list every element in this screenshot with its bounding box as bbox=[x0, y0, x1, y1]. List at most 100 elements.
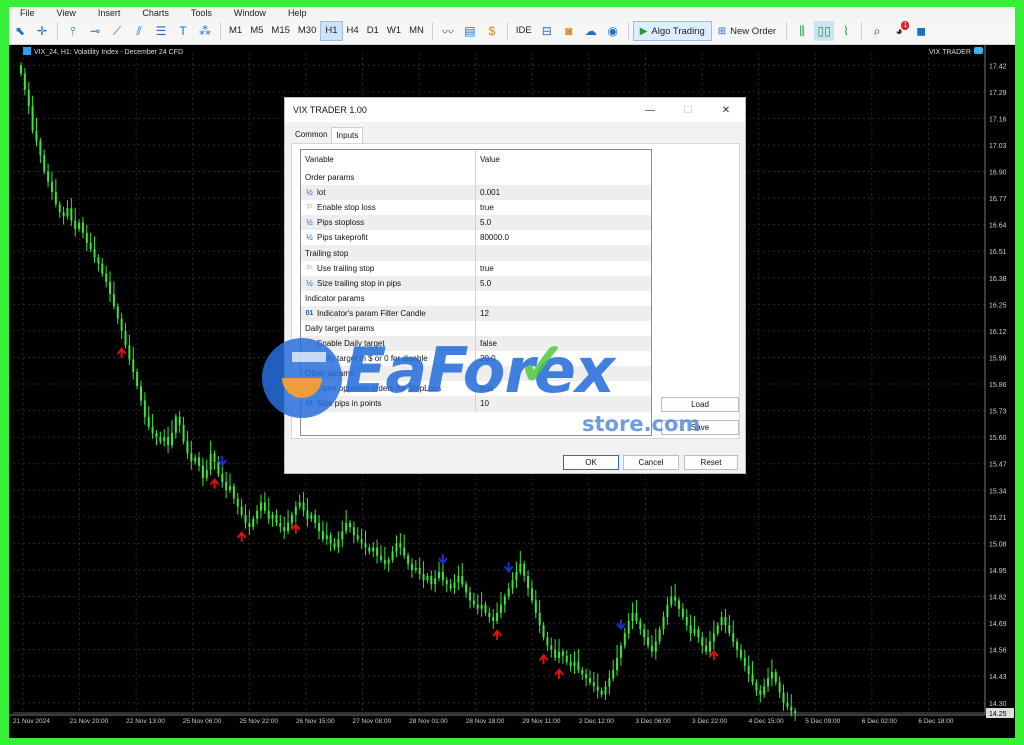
bag-icon[interactable]: ◙ bbox=[559, 21, 579, 41]
candle-body bbox=[585, 674, 588, 679]
candle-body bbox=[205, 469, 208, 479]
lock-icon[interactable]: ⊟ bbox=[537, 21, 557, 41]
param-row[interactable]: ⚐ Enable Daily target false bbox=[301, 336, 651, 352]
menu-insert[interactable]: Insert bbox=[87, 8, 132, 18]
menu-charts[interactable]: Charts bbox=[131, 8, 180, 18]
cloud-icon[interactable]: ☁ bbox=[581, 21, 601, 41]
ide-button[interactable]: IDE bbox=[512, 21, 536, 41]
group-row[interactable]: Indicator params bbox=[301, 290, 651, 306]
integer-icon: 01 bbox=[305, 309, 314, 317]
candle-body bbox=[78, 222, 81, 229]
time-tick-label: 6 Dec 02:00 bbox=[862, 718, 897, 725]
account-icon[interactable]: ◼ bbox=[911, 21, 931, 41]
algo-trading-button[interactable]: ▶ Algo Trading bbox=[632, 21, 712, 41]
candle-body bbox=[569, 661, 572, 667]
tf-h4[interactable]: H4 bbox=[343, 21, 363, 41]
menu-window[interactable]: Window bbox=[223, 8, 277, 18]
ok-button[interactable]: OK bbox=[563, 455, 619, 470]
horizontal-line-icon[interactable]: ⊸ bbox=[85, 21, 105, 41]
shapes-icon[interactable]: ⁂ bbox=[195, 21, 215, 41]
buy-arrow-icon bbox=[236, 531, 247, 542]
channel-icon[interactable]: ⫽ bbox=[129, 21, 149, 41]
chart-template-icon[interactable]: ▤ bbox=[460, 21, 480, 41]
text-tool-icon[interactable]: T bbox=[173, 21, 193, 41]
param-value[interactable]: 80000.0 bbox=[476, 230, 651, 245]
param-value[interactable]: 10 bbox=[476, 396, 651, 411]
price-tick-label: 14.82 bbox=[989, 595, 1007, 602]
candle-body bbox=[132, 359, 135, 372]
trendline-icon[interactable]: ⟋ bbox=[107, 21, 127, 41]
search-icon[interactable]: ⌕ bbox=[867, 21, 887, 41]
inputs-table[interactable]: Variable Value Order params ½ lot 0.001 ⚐ Ena… bbox=[300, 149, 652, 436]
col-variable-header[interactable]: Variable bbox=[301, 150, 476, 170]
load-button[interactable]: Load bbox=[661, 397, 739, 412]
menu-view[interactable]: View bbox=[46, 8, 87, 18]
param-row[interactable]: 01 Indicator's param Filter Candle 12 bbox=[301, 305, 651, 321]
expert-advisor-label[interactable]: VIX TRADER bbox=[929, 47, 983, 56]
param-value[interactable]: 5.0 bbox=[476, 276, 651, 291]
menu-help[interactable]: Help bbox=[277, 8, 318, 18]
tab-inputs[interactable]: Inputs bbox=[331, 127, 364, 143]
group-row[interactable]: Trailing stop bbox=[301, 245, 651, 261]
close-icon[interactable]: ✕ bbox=[707, 105, 745, 116]
cancel-button[interactable]: Cancel bbox=[623, 455, 679, 470]
param-name: Indicator params bbox=[305, 293, 365, 303]
reset-button[interactable]: Reset bbox=[684, 455, 738, 470]
param-value[interactable]: true bbox=[476, 381, 651, 396]
param-row[interactable]: ½ Size trailing stop in pips 5.0 bbox=[301, 275, 651, 291]
bar-chart-icon[interactable]: ⫼ bbox=[792, 21, 812, 41]
param-value[interactable]: false bbox=[476, 336, 651, 351]
param-row[interactable]: ½ Pips stoploss 5.0 bbox=[301, 215, 651, 231]
notifications-icon[interactable]: ◕ 1 bbox=[889, 21, 910, 41]
tf-m5[interactable]: M5 bbox=[246, 21, 267, 41]
indicator-icon[interactable]: 〰 bbox=[438, 21, 458, 41]
param-row[interactable]: 01 Size pips in points 10 bbox=[301, 396, 651, 412]
tf-m15[interactable]: M15 bbox=[267, 21, 293, 41]
tf-m1[interactable]: M1 bbox=[225, 21, 246, 41]
param-row[interactable]: ½ Daily target in $ or 0 for disable 20.0 bbox=[301, 351, 651, 367]
tab-common[interactable]: Common bbox=[291, 127, 331, 143]
group-row[interactable]: Order params bbox=[301, 170, 651, 186]
param-value[interactable]: 20.0 bbox=[476, 351, 651, 366]
dialog-titlebar[interactable]: VIX TRADER 1.00 — ☐ ✕ bbox=[285, 98, 745, 122]
candle-body bbox=[139, 386, 142, 401]
crosshair-icon[interactable]: ✛ bbox=[32, 21, 52, 41]
tf-mn[interactable]: MN bbox=[405, 21, 428, 41]
param-value[interactable]: true bbox=[476, 261, 651, 276]
param-row[interactable]: ½ Pips takeprofit 80000.0 bbox=[301, 230, 651, 246]
candle-body bbox=[457, 576, 460, 583]
signals-icon[interactable]: ◉ bbox=[603, 21, 623, 41]
param-value[interactable]: 5.0 bbox=[476, 215, 651, 230]
toolbar-separator bbox=[861, 22, 863, 40]
cursor-icon[interactable]: ⬉ bbox=[10, 21, 30, 41]
menu-tools[interactable]: Tools bbox=[180, 8, 223, 18]
param-value[interactable]: 0.001 bbox=[476, 185, 651, 200]
new-order-button[interactable]: ⊞ New Order bbox=[712, 21, 782, 41]
tf-m30[interactable]: M30 bbox=[294, 21, 320, 41]
tf-d1[interactable]: D1 bbox=[363, 21, 383, 41]
minimize-icon[interactable]: — bbox=[631, 105, 669, 116]
buy-arrow-icon bbox=[709, 649, 719, 661]
param-row[interactable]: ⚐ Use trailing stop true bbox=[301, 260, 651, 276]
candle-body bbox=[453, 582, 456, 589]
param-value[interactable]: true bbox=[476, 200, 651, 215]
line-chart-icon[interactable]: ⌇ bbox=[836, 21, 856, 41]
menu-file[interactable]: File bbox=[9, 8, 46, 18]
candle-body bbox=[372, 547, 375, 552]
param-row[interactable]: ⚐ Enable stop loss true bbox=[301, 200, 651, 216]
candle-body bbox=[147, 416, 150, 427]
param-value[interactable]: 12 bbox=[476, 306, 651, 321]
param-row[interactable]: ⚐ Open opposite orders for StopLoss true bbox=[301, 381, 651, 397]
save-button[interactable]: Save bbox=[661, 420, 739, 435]
col-value-header[interactable]: Value bbox=[476, 150, 651, 170]
param-row[interactable]: ½ lot 0.001 bbox=[301, 185, 651, 201]
dollar-icon[interactable]: $ bbox=[482, 21, 502, 41]
fibonacci-icon[interactable]: ☰ bbox=[151, 21, 171, 41]
tf-h1[interactable]: H1 bbox=[320, 21, 343, 41]
tf-w1[interactable]: W1 bbox=[383, 21, 405, 41]
price-tick-label: 16.90 bbox=[989, 170, 1007, 177]
vertical-line-icon[interactable]: ⫯ bbox=[63, 21, 83, 41]
candle-chart-icon[interactable]: ▯▯ bbox=[814, 21, 835, 41]
group-row[interactable]: Other params bbox=[301, 366, 651, 382]
group-row[interactable]: Daily target params bbox=[301, 320, 651, 337]
